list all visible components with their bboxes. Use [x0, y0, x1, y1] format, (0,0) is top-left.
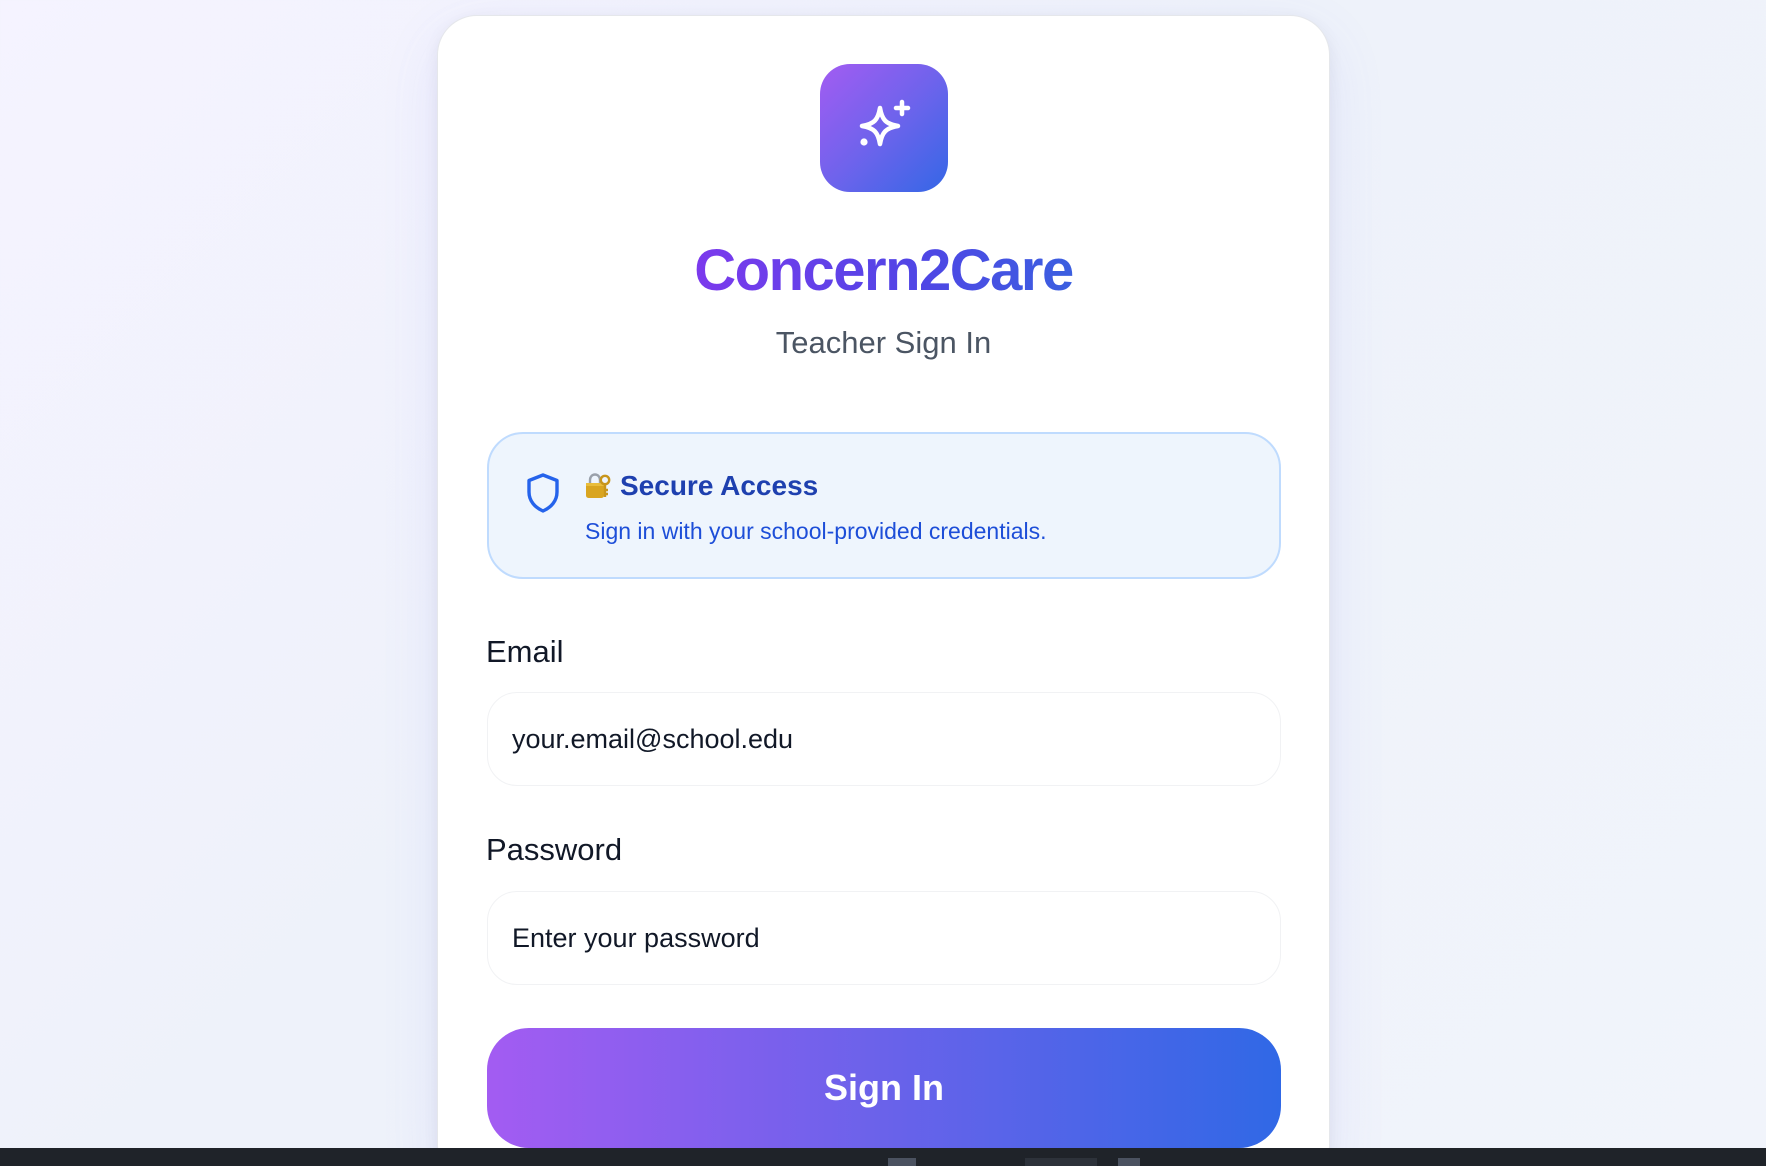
email-field[interactable]: your.email@school.edu	[487, 692, 1281, 786]
password-field[interactable]: Enter your password	[487, 891, 1281, 985]
password-label: Password	[486, 832, 623, 867]
taskbar-item	[888, 1158, 916, 1166]
notice-title: Secure Access	[620, 470, 819, 501]
page-subtitle: Teacher Sign In	[775, 325, 992, 360]
app-title: Concern2Care	[694, 238, 1074, 303]
taskbar-item	[1118, 1158, 1140, 1166]
notice-message: Sign in with your school-provided creden…	[585, 518, 1047, 544]
shield-icon	[527, 473, 559, 513]
email-label: Email	[486, 634, 564, 669]
sparkles-icon	[859, 99, 911, 147]
taskbar-strip	[0, 1148, 1766, 1166]
locked-with-key-icon	[586, 473, 611, 498]
secure-access-notice: Secure Access Sign in with your school-p…	[487, 432, 1281, 579]
app-logo	[820, 64, 948, 192]
taskbar-item	[1025, 1158, 1097, 1166]
sign-in-button-label: Sign In	[824, 1067, 944, 1108]
sign-in-button[interactable]: Sign In	[487, 1028, 1281, 1148]
notice-title-row: Secure Access	[584, 468, 818, 504]
password-placeholder: Enter your password	[512, 922, 760, 953]
email-placeholder: your.email@school.edu	[512, 723, 794, 754]
